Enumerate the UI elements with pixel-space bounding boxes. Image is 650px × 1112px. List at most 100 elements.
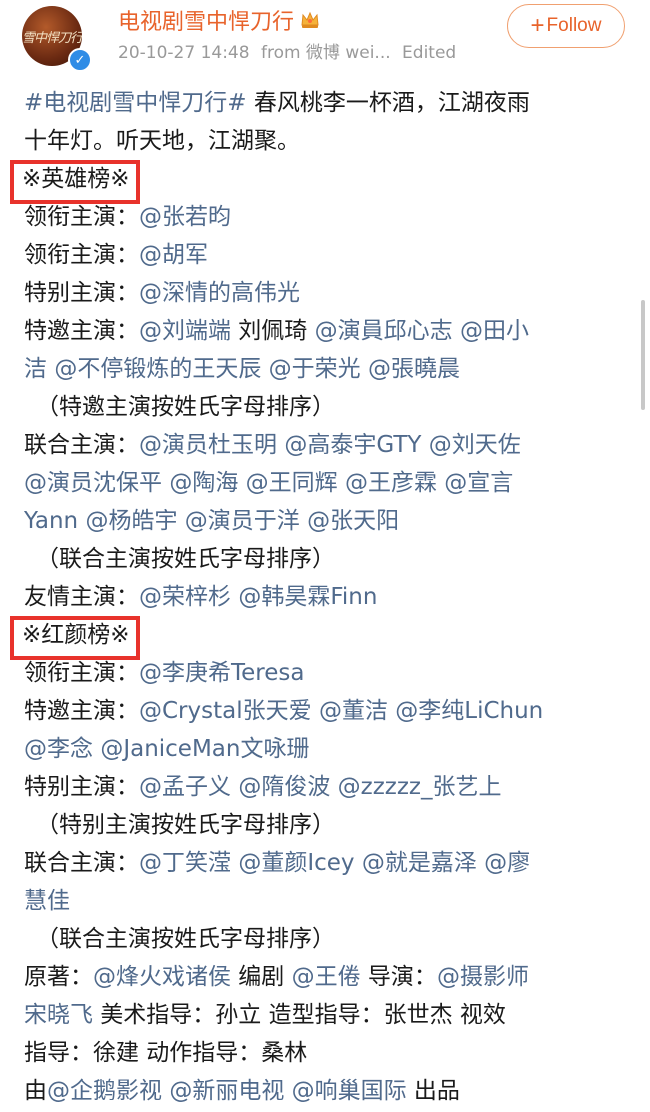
avatar-text: 雪中悍刀行 [22, 30, 82, 46]
content-text: 编剧 [231, 964, 292, 990]
avatar[interactable]: 雪中悍刀行 ✓ [22, 6, 96, 72]
verified-badge-icon: ✓ [68, 48, 92, 72]
mention-link[interactable]: @企鹅影视 [47, 1078, 162, 1104]
content-line: Yann @杨皓宇 @演员于洋 @张天阳 [24, 502, 624, 540]
mention-link[interactable]: @演員邱心志 [315, 318, 453, 344]
mention-link[interactable]: @荣梓杉 [139, 584, 231, 610]
content-text: 美术指导：孙立 造型指导：张世杰 视效 [93, 1002, 506, 1028]
mention-link[interactable]: @李念 [24, 736, 93, 762]
mention-link[interactable]: @張曉晨 [368, 356, 460, 382]
mention-link[interactable]: @胡军 [139, 242, 208, 268]
mention-link[interactable]: @响巢国际 [292, 1078, 407, 1104]
content-text: 特别主演： [24, 280, 139, 306]
mention-link[interactable]: 慧佳 [24, 888, 70, 914]
content-text: 特邀主演： [24, 318, 139, 344]
crown-icon [301, 11, 319, 28]
mention-link[interactable]: @张天阳 [307, 508, 399, 534]
post-date: 20-10-27 14:48 [118, 43, 250, 63]
section-header-line: ※英雄榜※ [10, 160, 624, 204]
content-text [300, 508, 307, 534]
mention-link[interactable]: @隋俊波 [238, 774, 330, 800]
mention-link[interactable]: @新丽电视 [169, 1078, 284, 1104]
content-line: 指导：徐建 动作指导：桑林 [24, 1034, 624, 1072]
mention-link[interactable]: @廖 [484, 850, 530, 876]
scrollbar[interactable] [641, 300, 645, 410]
mention-link[interactable]: @杨皓宇 [85, 508, 177, 534]
section-beauties: 领衔主演：@李庚希Teresa 特邀主演：@Crystal张天爱 @董洁 @李纯L… [24, 654, 624, 1110]
mention-link[interactable]: @孟子义 [139, 774, 231, 800]
post-meta: 20-10-27 14:48 from 微博 wei... Edited [118, 38, 462, 63]
mention-link[interactable]: @演员沈保平 [24, 470, 162, 496]
follow-button[interactable]: + Follow [507, 4, 625, 48]
content-text [421, 432, 428, 458]
content-text: 指导：徐建 动作指导：桑林 [24, 1040, 308, 1066]
content-text: 领衔主演： [24, 242, 139, 268]
content-line: 特别主演：@深情的高伟光 [24, 274, 624, 312]
mention-link[interactable]: @韩昊霖Finn [238, 584, 377, 610]
mention-link[interactable]: @陶海 [169, 470, 238, 496]
content-line: 友情主演：@荣梓杉 @韩昊霖Finn [24, 578, 624, 616]
mention-link[interactable]: @田小 [460, 318, 529, 344]
content-line: （联合主演按姓氏字母排序） [24, 920, 624, 958]
mention-link[interactable]: @刘天佐 [429, 432, 521, 458]
mention-link[interactable]: @JaniceMan文咏珊 [100, 736, 309, 762]
content-text [238, 470, 245, 496]
mention-link[interactable]: @演员杜玉明 [139, 432, 277, 458]
content-text: （特邀主演按姓氏字母排序） [36, 394, 335, 420]
content-text: 春风桃李一杯酒，江湖夜雨 [246, 90, 530, 116]
content-line: @李念 @JaniceMan文咏珊 [24, 730, 624, 768]
content-line: 洁 @不停锻炼的王天辰 @于荣光 @張曉晨 [24, 350, 624, 388]
content-text [330, 774, 337, 800]
mention-link[interactable]: @宣言 [444, 470, 513, 496]
mention-link[interactable]: @摄影师 [437, 964, 529, 990]
content-text: （特别主演按姓氏字母排序） [36, 812, 335, 838]
post-intro: #电视剧雪中悍刀行# 春风桃李一杯酒，江湖夜雨十年灯。听天地，江湖聚。 [24, 84, 624, 160]
mention-link[interactable]: @烽火戏诸侯 [93, 964, 231, 990]
content-line: 特邀主演：@刘端端 刘佩琦 @演員邱心志 @田小 [24, 312, 624, 350]
mention-link[interactable]: @董洁 [319, 698, 388, 724]
mention-link[interactable]: @就是嘉泽 [362, 850, 477, 876]
author-name[interactable]: 电视剧雪中悍刀行 [118, 4, 294, 36]
mention-link[interactable]: @深情的高伟光 [139, 280, 300, 306]
content-text: 导演： [360, 964, 437, 990]
mention-link[interactable]: Yann [24, 508, 78, 534]
content-text: 领衔主演： [24, 204, 139, 230]
mention-link[interactable]: @演员于洋 [185, 508, 300, 534]
mention-link[interactable]: @李纯LiChun [395, 698, 543, 724]
content-line: 十年灯。听天地，江湖聚。 [24, 122, 624, 160]
mention-link[interactable]: @刘端端 [139, 318, 231, 344]
content-line: 领衔主演：@张若昀 [24, 198, 624, 236]
content-text: 联合主演： [24, 432, 139, 458]
mention-link[interactable]: @zzzzz_张艺上 [338, 774, 502, 800]
mention-link[interactable]: @Crystal张天爱 [139, 698, 312, 724]
edited-label[interactable]: Edited [402, 43, 456, 63]
content-text [261, 356, 268, 382]
mention-link[interactable]: @丁笑滢 [139, 850, 231, 876]
content-line: （联合主演按姓氏字母排序） [24, 540, 624, 578]
mention-link[interactable]: #电视剧雪中悍刀行# [24, 90, 247, 116]
mention-link[interactable]: 洁 [24, 356, 47, 382]
mention-link[interactable]: @李庚希Teresa [139, 660, 304, 686]
content-line: 宋晓飞 美术指导：孙立 造型指导：张世杰 视效 [24, 996, 624, 1034]
content-text: 友情主演： [24, 584, 139, 610]
content-line: 特别主演：@孟子义 @隋俊波 @zzzzz_张艺上 [24, 768, 624, 806]
content-text [453, 318, 460, 344]
mention-link[interactable]: @于荣光 [269, 356, 361, 382]
section-heroes: 领衔主演：@张若昀 领衔主演：@胡军 特别主演：@深情的高伟光 特邀主演：@刘端端 刘… [24, 198, 624, 616]
mention-link[interactable]: 宋晓飞 [24, 1002, 93, 1028]
mention-link[interactable]: @王彦霖 [345, 470, 437, 496]
mention-link[interactable]: @王同辉 [246, 470, 338, 496]
content-line: 领衔主演：@胡军 [24, 236, 624, 274]
content-text [312, 698, 319, 724]
mention-link[interactable]: @董颜Icey [238, 850, 354, 876]
mention-link[interactable]: @不停锻炼的王天辰 [54, 356, 261, 382]
post-source[interactable]: from 微博 wei... [261, 43, 391, 63]
follow-label: Follow [546, 15, 602, 36]
content-line: 原著：@烽火戏诸侯 编剧 @王倦 导演：@摄影师 [24, 958, 624, 996]
content-text: 领衔主演： [24, 660, 139, 686]
content-line: 联合主演：@演员杜玉明 @高泰宇GTY @刘天佐 [24, 426, 624, 464]
mention-link[interactable]: @张若昀 [139, 204, 231, 230]
mention-link[interactable]: @高泰宇GTY [284, 432, 421, 458]
content-text: 刘佩琦 [231, 318, 315, 344]
mention-link[interactable]: @王倦 [292, 964, 361, 990]
